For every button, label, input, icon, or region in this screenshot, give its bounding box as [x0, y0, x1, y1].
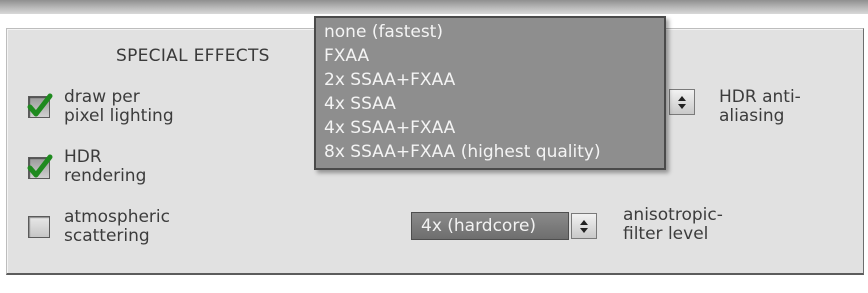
anisotropic-filter-label: anisotropic- filter level — [623, 205, 723, 244]
atmospheric-scattering-label: atmospheric scattering — [64, 207, 170, 246]
top-window-edge — [0, 0, 868, 14]
hdr-antialiasing-dropdown[interactable]: none (fastest) FXAA 2x SSAA+FXAA 4x SSAA… — [314, 16, 666, 170]
dropdown-option[interactable]: 2x SSAA+FXAA — [324, 69, 455, 91]
per-pixel-lighting-checkbox[interactable] — [27, 93, 53, 118]
anisotropic-filter-value[interactable]: 4x (hardcore) — [411, 212, 569, 240]
section-title: SPECIAL EFFECTS — [116, 46, 270, 66]
spinner-up-icon — [580, 220, 588, 225]
spinner-down-icon — [678, 104, 686, 109]
anisotropic-filter-spinner[interactable] — [571, 213, 597, 239]
hdr-rendering-label: HDR rendering — [64, 147, 147, 186]
dropdown-option[interactable]: 4x SSAA — [324, 93, 396, 115]
hdr-antialiasing-label: HDR anti- aliasing — [719, 87, 801, 126]
spinner-up-icon — [678, 96, 686, 101]
dropdown-option[interactable]: FXAA — [324, 45, 369, 67]
check-icon — [27, 93, 53, 117]
dropdown-option[interactable]: 4x SSAA+FXAA — [324, 117, 455, 139]
dropdown-option[interactable]: none (fastest) — [324, 21, 443, 43]
anisotropic-filter-combo[interactable]: 4x (hardcore) — [411, 212, 607, 240]
dropdown-option[interactable]: 8x SSAA+FXAA (highest quality) — [324, 141, 601, 163]
atmospheric-scattering-checkbox[interactable] — [28, 216, 50, 238]
hdr-antialiasing-spinner[interactable] — [669, 89, 695, 115]
hdr-rendering-checkbox[interactable] — [27, 154, 53, 179]
per-pixel-lighting-label: draw per pixel lighting — [64, 87, 174, 126]
check-icon — [27, 154, 53, 178]
spinner-down-icon — [580, 228, 588, 233]
